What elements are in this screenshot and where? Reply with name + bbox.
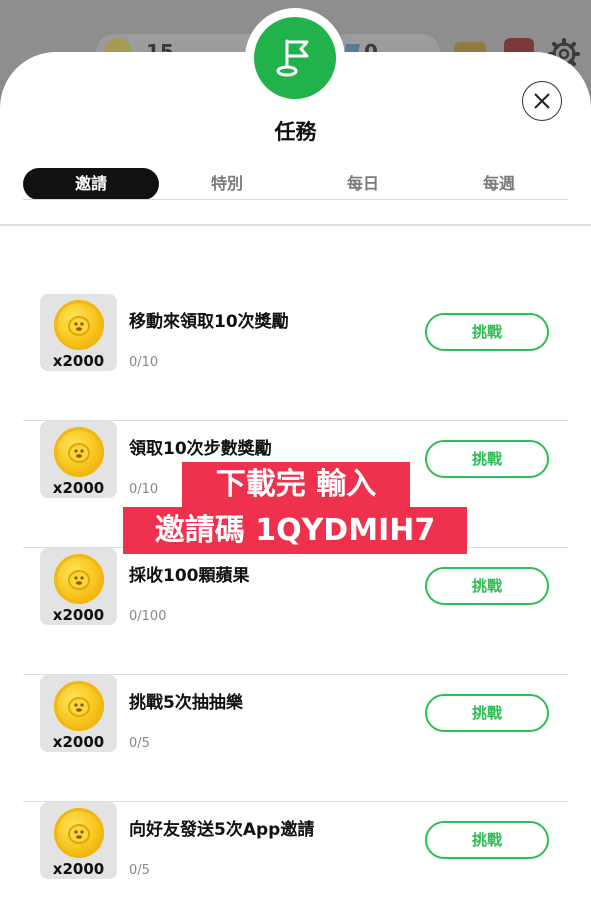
mission-title: 領取10次步數獎勵 [129, 439, 272, 459]
reward-amount: x2000 [52, 606, 105, 624]
coin-icon [54, 427, 104, 477]
mission-progress: 0/10 [129, 355, 159, 370]
coin-icon [54, 808, 104, 858]
tab-weekly[interactable]: 每週 [431, 168, 567, 200]
modal-title: 任務 [274, 120, 317, 144]
mission-row: x2000 向好友發送5次App邀請 0/5 挑戰 [23, 802, 568, 899]
coin-icon [54, 300, 104, 350]
mission-title: 挑戰5次抽抽樂 [129, 693, 243, 713]
mission-progress: 0/100 [129, 609, 167, 624]
tab-invite[interactable]: 邀請 [23, 168, 159, 200]
mission-badge [245, 8, 345, 108]
reward-amount: x2000 [52, 860, 105, 878]
tab-daily[interactable]: 每日 [295, 168, 431, 200]
mission-title: 移動來領取10次獎勵 [129, 312, 289, 332]
mission-progress: 0/5 [129, 863, 150, 878]
reward-tile: x2000 [40, 548, 117, 625]
reward-tile: x2000 [40, 802, 117, 879]
mission-row: x2000 採收100顆蘋果 0/100 挑戰 [23, 548, 568, 675]
reward-tile: x2000 [40, 675, 117, 752]
mission-row: x2000 移動來領取10次獎勵 0/10 挑戰 [23, 294, 568, 421]
close-button[interactable] [522, 81, 562, 121]
flag-icon [276, 39, 309, 77]
reward-tile: x2000 [40, 421, 117, 498]
reward-amount: x2000 [52, 733, 105, 751]
close-icon [534, 93, 550, 109]
mission-title: 向好友發送5次App邀請 [129, 820, 315, 840]
challenge-button[interactable]: 挑戰 [425, 313, 549, 351]
challenge-button[interactable]: 挑戰 [425, 694, 549, 732]
promo-line-1: 下載完 輸入 [182, 462, 410, 507]
challenge-button[interactable]: 挑戰 [425, 567, 549, 605]
promo-line-2: 邀請碼 1QYDMIH7 [123, 507, 467, 554]
mission-progress: 0/5 [129, 736, 150, 751]
reward-tile: x2000 [40, 294, 117, 371]
challenge-button[interactable]: 挑戰 [425, 821, 549, 859]
tab-special[interactable]: 特別 [159, 168, 295, 200]
tabs-bottom-border [0, 224, 591, 226]
coin-icon [54, 554, 104, 604]
coin-icon [54, 681, 104, 731]
mission-progress: 0/10 [129, 482, 159, 497]
challenge-button[interactable]: 挑戰 [425, 440, 549, 478]
mission-title: 採收100顆蘋果 [129, 566, 250, 586]
reward-amount: x2000 [52, 352, 105, 370]
flag-badge-circle [254, 17, 336, 99]
reward-amount: x2000 [52, 479, 105, 497]
mission-tabs: 邀請 特別 每日 每週 [23, 168, 568, 201]
tabs-divider [23, 199, 568, 200]
mission-row: x2000 挑戰5次抽抽樂 0/5 挑戰 [23, 675, 568, 802]
